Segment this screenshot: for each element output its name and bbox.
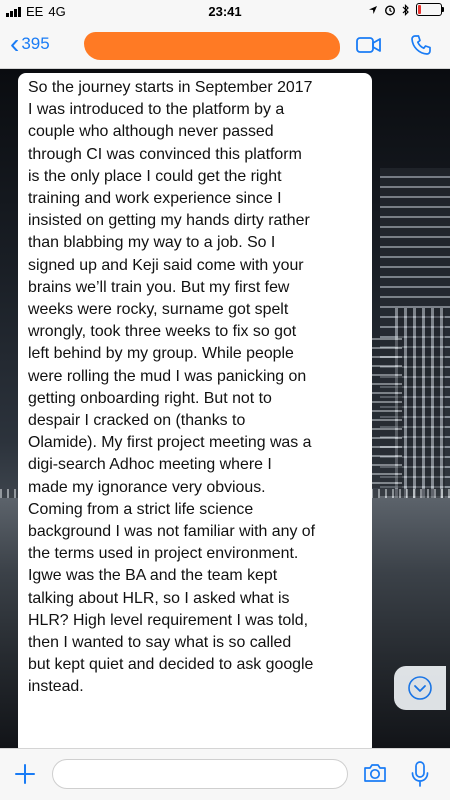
phone-icon xyxy=(411,35,431,55)
voice-call-button[interactable] xyxy=(408,33,434,57)
header-actions xyxy=(356,33,434,57)
unread-count: 395 xyxy=(21,34,50,53)
plus-icon xyxy=(15,764,35,784)
voice-message-button[interactable] xyxy=(410,760,436,788)
battery-icon xyxy=(416,3,444,16)
message-bubble[interactable]: So the journey starts in September 2017 … xyxy=(18,73,372,755)
chevron-down-circle-icon xyxy=(408,676,432,700)
attach-button[interactable] xyxy=(12,761,38,787)
video-call-icon xyxy=(356,37,381,53)
bluetooth-icon xyxy=(402,3,409,16)
alarm-icon xyxy=(384,4,396,16)
status-bar: EE 4G 23:41 xyxy=(0,0,450,22)
status-right xyxy=(368,3,444,16)
scroll-to-bottom-button[interactable] xyxy=(394,666,446,710)
back-button[interactable]: ‹ 395 xyxy=(10,28,50,59)
message-input-bar xyxy=(0,748,450,800)
message-text: So the journey starts in September 2017 … xyxy=(28,79,316,696)
location-arrow-icon xyxy=(369,5,377,14)
microphone-icon xyxy=(411,761,429,787)
contact-name-redacted[interactable] xyxy=(84,32,340,60)
camera-button[interactable] xyxy=(362,761,388,787)
video-call-button[interactable] xyxy=(356,33,382,57)
message-input[interactable] xyxy=(52,759,348,789)
camera-icon xyxy=(364,764,386,782)
chevron-left-icon: ‹ xyxy=(10,28,20,59)
wallpaper-building xyxy=(395,308,445,508)
chat-header: ‹ 395 xyxy=(0,22,450,69)
wallpaper-building xyxy=(372,338,402,488)
